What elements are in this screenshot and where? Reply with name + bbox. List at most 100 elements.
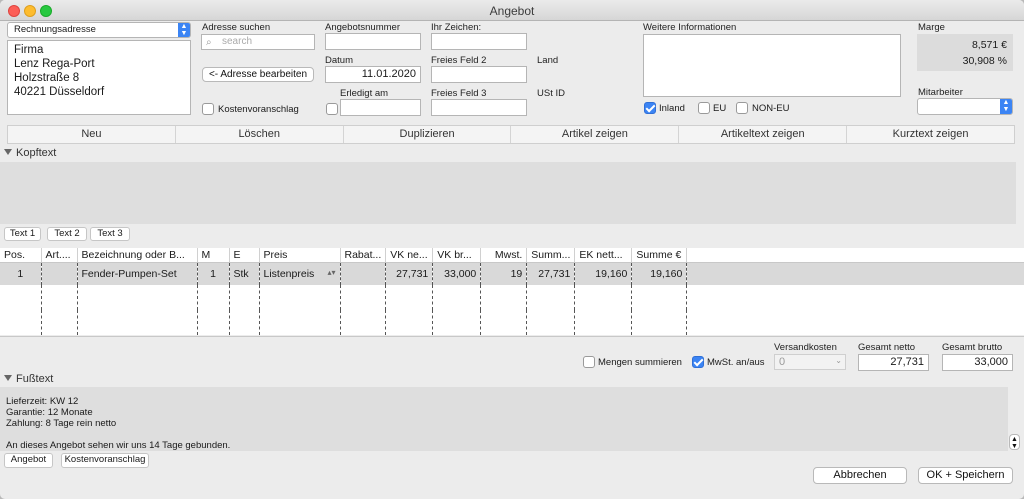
- cancel-button[interactable]: Abbrechen: [813, 467, 907, 484]
- total-net-label: Gesamt netto: [858, 342, 916, 353]
- footer-scroll-stepper[interactable]: ▲ ▼: [1009, 434, 1020, 450]
- offer-window: Angebot Rechnungsadresse ▲ ▼ Firma Lenz R…: [0, 0, 1024, 499]
- further-info-label: Weitere Informationen: [643, 22, 737, 33]
- column-header[interactable]: M: [197, 248, 230, 263]
- footer-text-section[interactable]: Fußtext: [4, 373, 53, 385]
- chevron-down-icon: ⌄: [835, 356, 842, 365]
- table-row[interactable]: 1 Fender-Pumpen-Set 1 Stk Listenpreis ▴▾ …: [0, 262, 1024, 285]
- eu-checkbox[interactable]: [698, 102, 710, 114]
- show-article-text-button[interactable]: Artikeltext zeigen: [679, 126, 848, 143]
- sum-quantities-checkbox[interactable]: [583, 356, 595, 368]
- free-field-2-label: Freies Feld 2: [431, 55, 487, 66]
- footer-line: An dieses Angebot sehen wir uns 14 Tage …: [6, 440, 231, 451]
- column-header[interactable]: Preis: [259, 248, 341, 263]
- free-field-3[interactable]: [431, 99, 527, 116]
- cell-vk-gross[interactable]: 33,000: [432, 262, 482, 285]
- offer-number-label: Angebotsnummer: [325, 22, 400, 33]
- search-placeholder: search: [222, 36, 253, 47]
- cell-quantity[interactable]: 1: [197, 262, 230, 285]
- items-table: Pos. Art.... Bezeichnung oder B... M E P…: [0, 248, 1024, 335]
- footer-line: Lieferzeit: KW 12: [6, 396, 79, 407]
- column-header[interactable]: VK ne...: [385, 248, 434, 263]
- delete-button[interactable]: Löschen: [176, 126, 344, 143]
- show-short-text-button[interactable]: Kurztext zeigen: [847, 126, 1014, 143]
- footer-tab-offer[interactable]: Angebot: [4, 453, 53, 468]
- cell-vk-net[interactable]: 27,731: [385, 262, 434, 285]
- header-text-tab-3[interactable]: Text 3: [90, 227, 130, 241]
- cell-article[interactable]: [41, 262, 78, 285]
- header-text-tab-1[interactable]: Text 1: [4, 227, 41, 241]
- shipping-select[interactable]: 0 ⌄: [774, 354, 846, 370]
- column-header[interactable]: Bezeichnung oder B...: [77, 248, 198, 263]
- cell-discount[interactable]: [340, 262, 387, 285]
- eu-label: EU: [713, 103, 727, 114]
- footer-text-label: Fußtext: [16, 373, 54, 385]
- header-text-tab-2[interactable]: Text 2: [47, 227, 87, 241]
- your-sign-field[interactable]: [431, 33, 527, 50]
- footer-text-area[interactable]: Lieferzeit: KW 12 Garantie: 12 Monate Za…: [0, 387, 1008, 451]
- margin-amount: 8,571 €: [971, 39, 1007, 51]
- further-info-field[interactable]: [643, 34, 901, 97]
- inland-label: Inland: [659, 103, 685, 114]
- new-button[interactable]: Neu: [8, 126, 176, 143]
- free-field-2[interactable]: [431, 66, 527, 83]
- footer-tab-estimate[interactable]: Kostenvoranschlag: [61, 453, 149, 468]
- table-row[interactable]: [0, 310, 1024, 335]
- header-text-area[interactable]: [0, 162, 1016, 224]
- vat-toggle-label: MwSt. an/aus: [707, 357, 765, 368]
- non-eu-label: NON-EU: [752, 103, 790, 114]
- margin-box: 8,571 € 30,908 %: [917, 34, 1013, 71]
- cell-price-type[interactable]: Listenpreis ▴▾: [259, 262, 341, 285]
- shipping-value: 0: [779, 356, 786, 368]
- table-row[interactable]: [0, 285, 1024, 310]
- cell-ek-net[interactable]: 19,160: [574, 262, 633, 285]
- disclosure-triangle-icon: [4, 149, 12, 155]
- column-header[interactable]: Art....: [41, 248, 78, 263]
- column-header[interactable]: EK nett...: [574, 248, 633, 263]
- edit-address-button[interactable]: <- Adresse bearbeiten: [202, 67, 314, 82]
- address-line: Lenz Rega-Port: [14, 58, 95, 70]
- cell-vat[interactable]: 19: [480, 262, 528, 285]
- address-search-label: Adresse suchen: [202, 22, 271, 33]
- show-articles-button[interactable]: Artikel zeigen: [511, 126, 680, 143]
- cell-description[interactable]: Fender-Pumpen-Set: [77, 262, 198, 285]
- select-arrows-icon: ▲ ▼: [1000, 99, 1012, 114]
- column-header[interactable]: Summe €: [631, 248, 688, 263]
- address-search-input[interactable]: ⌕ search: [201, 34, 315, 50]
- column-header[interactable]: Pos.: [0, 248, 42, 263]
- non-eu-checkbox[interactable]: [736, 102, 748, 114]
- cell-sum[interactable]: 27,731: [526, 262, 576, 285]
- date-field[interactable]: 11.01.2020: [325, 66, 421, 83]
- address-line: Firma: [14, 44, 44, 56]
- cell-total[interactable]: 19,160: [631, 262, 688, 285]
- total-gross-field[interactable]: 33,000: [942, 354, 1013, 371]
- staff-select[interactable]: ▲ ▼: [917, 98, 1013, 115]
- footer-line: [6, 429, 1002, 440]
- done-date-field[interactable]: [340, 99, 421, 116]
- ok-save-button[interactable]: OK + Speichern: [918, 467, 1013, 484]
- header-text-section[interactable]: Kopftext: [4, 147, 56, 159]
- cell-pos[interactable]: 1: [0, 262, 42, 285]
- window-title: Angebot: [489, 4, 535, 18]
- column-header-filler: [686, 248, 1024, 263]
- free-field-3-label: Freies Feld 3: [431, 88, 487, 99]
- column-header[interactable]: E: [229, 248, 260, 263]
- inland-checkbox[interactable]: [644, 102, 656, 114]
- column-header[interactable]: Rabat...: [340, 248, 387, 263]
- column-header[interactable]: VK br...: [432, 248, 482, 263]
- offer-number-field[interactable]: [325, 33, 421, 50]
- quote-checkbox-label: Kostenvoranschlag: [218, 104, 299, 115]
- cell-unit[interactable]: Stk: [229, 262, 260, 285]
- disclosure-triangle-icon: [4, 375, 12, 381]
- margin-percent: 30,908 %: [962, 55, 1007, 67]
- column-header[interactable]: Summ...: [526, 248, 576, 263]
- column-header[interactable]: Mwst.: [480, 248, 528, 263]
- vat-toggle-checkbox[interactable]: [692, 356, 704, 368]
- address-type-select[interactable]: Rechnungsadresse ▲ ▼: [7, 22, 191, 38]
- done-checkbox[interactable]: [326, 103, 338, 115]
- address-box[interactable]: Firma Lenz Rega-Port Holzstraße 8 40221 …: [7, 40, 191, 115]
- total-gross-label: Gesamt brutto: [942, 342, 1003, 353]
- quote-checkbox[interactable]: [202, 103, 214, 115]
- total-net-field[interactable]: 27,731: [858, 354, 929, 371]
- duplicate-button[interactable]: Duplizieren: [344, 126, 512, 143]
